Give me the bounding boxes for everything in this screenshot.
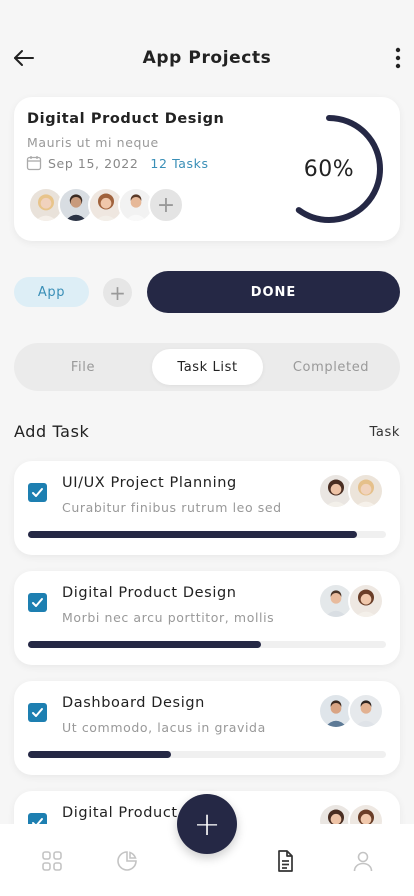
avatar[interactable]	[348, 583, 384, 619]
section-link[interactable]: Task	[370, 425, 400, 440]
task-title: UI/UX Project Planning	[62, 475, 237, 491]
progress-percent: 60%	[303, 156, 355, 182]
add-member-button[interactable]: +	[148, 187, 184, 223]
segmented-tabs: File Task List Completed	[14, 343, 400, 391]
header: App Projects	[0, 40, 414, 76]
nav-documents[interactable]	[272, 848, 298, 874]
task-progress-track	[28, 641, 386, 648]
nav-grid[interactable]	[39, 848, 65, 874]
task-card[interactable]: UI/UX Project Planning Curabitur finibus…	[14, 461, 400, 555]
task-progress-fill	[28, 751, 172, 758]
task-checkbox[interactable]	[28, 483, 47, 502]
task-progress-fill	[28, 641, 261, 648]
task-avatars	[318, 583, 384, 619]
action-row: App + DONE	[14, 271, 400, 313]
user-icon	[353, 851, 373, 872]
project-date: Sep 15, 2022	[48, 155, 139, 171]
check-icon	[32, 708, 43, 717]
category-tag[interactable]: App	[14, 277, 89, 307]
project-title: Digital Product Design	[27, 111, 225, 127]
section-header: Add Task Task	[14, 422, 400, 444]
more-vertical-icon	[395, 47, 401, 69]
calendar-icon	[26, 156, 42, 171]
nav-profile[interactable]	[350, 848, 376, 874]
tab-task-list[interactable]: Task List	[152, 349, 263, 385]
check-icon	[32, 598, 43, 607]
task-progress-fill	[28, 531, 358, 538]
task-subtitle: Curabitur finibus rutrum leo sed	[62, 500, 282, 515]
nav-stats[interactable]	[114, 848, 140, 874]
task-title: Dashboard Design	[62, 695, 205, 711]
task-checkbox[interactable]	[28, 703, 47, 722]
done-button[interactable]: DONE	[147, 271, 400, 313]
project-subtitle: Mauris ut mi neque	[27, 135, 159, 150]
add-task-fab[interactable]: +	[177, 794, 237, 854]
task-progress-track	[28, 531, 386, 538]
task-title: Digital Product	[62, 805, 178, 821]
avatar[interactable]	[348, 473, 384, 509]
task-progress-track	[28, 751, 386, 758]
add-tag-button[interactable]: +	[103, 278, 132, 307]
task-subtitle: Ut commodo, lacus in gravida	[62, 720, 266, 735]
task-avatars	[318, 473, 384, 509]
project-task-count[interactable]: 12 Tasks	[150, 156, 208, 171]
task-card[interactable]: Dashboard Design Ut commodo, lacus in gr…	[14, 681, 400, 775]
tab-completed[interactable]: Completed	[268, 349, 394, 385]
document-icon	[278, 850, 293, 872]
task-card[interactable]: Digital Product Design Morbi nec arcu po…	[14, 571, 400, 665]
project-meta: Sep 15, 2022 12 Tasks	[26, 155, 209, 171]
more-options-button[interactable]	[388, 44, 408, 72]
tab-file[interactable]: File	[20, 349, 146, 385]
task-title: Digital Product Design	[62, 585, 237, 601]
check-icon	[32, 488, 43, 497]
page-title: App Projects	[142, 48, 272, 68]
task-avatars	[318, 693, 384, 729]
grid-icon	[42, 851, 62, 871]
member-avatars: +	[28, 187, 184, 223]
section-title: Add Task	[14, 422, 90, 441]
task-checkbox[interactable]	[28, 593, 47, 612]
project-card[interactable]: Digital Product Design Mauris ut mi nequ…	[14, 97, 400, 241]
task-subtitle: Morbi nec arcu porttitor, mollis	[62, 610, 275, 625]
avatar[interactable]	[348, 693, 384, 729]
pie-chart-icon	[117, 851, 137, 871]
